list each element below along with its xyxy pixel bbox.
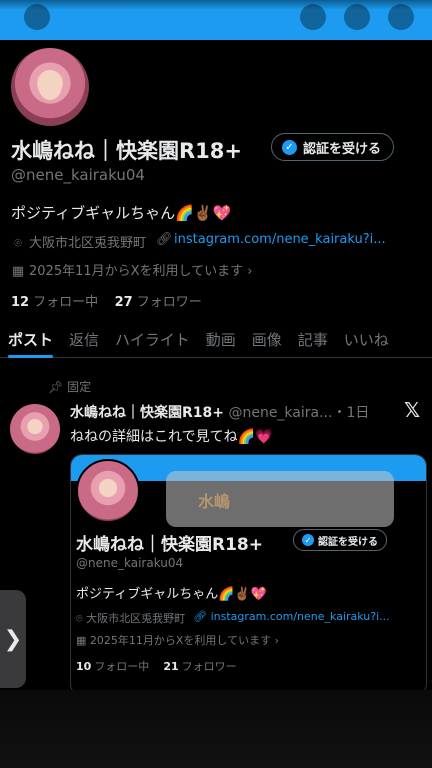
profile-handle: @nene_kairaku04 bbox=[11, 166, 145, 184]
profile-meta: ⌾ 大阪市北区兎我野町 🔗︎instagram.com/nene_kairaku?… bbox=[11, 232, 386, 251]
bottom-bar bbox=[0, 690, 432, 768]
embed-link-icon: 🔗︎ bbox=[193, 610, 211, 623]
side-panel-handle[interactable]: ❯ bbox=[0, 590, 26, 688]
embed-chevron-icon: › bbox=[271, 634, 279, 647]
share-button[interactable] bbox=[344, 4, 370, 30]
profile-banner bbox=[0, 0, 432, 40]
chevron-right-icon: ❯ bbox=[3, 626, 23, 652]
tab-posts[interactable]: ポスト bbox=[0, 325, 61, 358]
embed-location: ⌾ 大阪市北区兎我野町 bbox=[76, 612, 186, 625]
embed-location-icon: ⌾ bbox=[76, 612, 87, 625]
profile-bio: ポジティブギャルちゃん🌈✌🏾💖 bbox=[11, 204, 232, 222]
profile-avatar[interactable] bbox=[8, 45, 92, 129]
embed-verify-badge: ✓ 認証を受ける bbox=[293, 529, 387, 551]
profile-location: ⌾ 大阪市北区兎我野町 bbox=[11, 232, 146, 251]
tab-replies[interactable]: 返信 bbox=[61, 325, 107, 357]
chevron-right-icon: › bbox=[243, 264, 253, 279]
search-button[interactable] bbox=[300, 4, 326, 30]
verified-check-icon: ✓ bbox=[282, 139, 297, 155]
embed-handle: @nene_kairaku04 bbox=[76, 556, 184, 570]
embed-overlay-text: 水嶋 bbox=[198, 492, 231, 511]
tab-highlights[interactable]: ハイライト bbox=[107, 325, 198, 357]
back-button[interactable] bbox=[24, 4, 50, 30]
profile-joined[interactable]: ▦ 2025年11月からXを利用しています › bbox=[11, 260, 253, 279]
embed-link: 🔗︎ instagram.com/nene_kairaku?i... bbox=[193, 610, 390, 623]
pin-icon: 📌︎ bbox=[48, 380, 64, 394]
embed-calendar-icon: ▦ bbox=[76, 634, 90, 647]
profile-follow-counts: 12 フォロー中 27 フォロワー bbox=[11, 291, 202, 310]
location-pin-icon: ⌾ bbox=[14, 236, 22, 251]
post-author[interactable]: 水嶋ねね｜快楽園R18+ bbox=[70, 405, 224, 421]
following-link[interactable]: 12 フォロー中 bbox=[11, 295, 98, 310]
tab-photos[interactable]: 画像 bbox=[244, 325, 290, 357]
post-handle-time: @nene_kaira...・1日 bbox=[228, 405, 370, 421]
profile-tabs: ポスト 返信 ハイライト 動画 画像 記事 いいね bbox=[0, 325, 432, 358]
more-button[interactable] bbox=[388, 4, 414, 30]
profile-name: 水嶋ねね｜快楽園R18+ bbox=[11, 139, 242, 163]
link-icon: 🔗︎ bbox=[156, 232, 173, 247]
embed-follow-counts: 10 フォロー中 21 フォロワー bbox=[76, 660, 237, 673]
embed-name: 水嶋ねね｜快楽園R18+ bbox=[76, 535, 263, 555]
embed-joined: ▦ 2025年11月からXを利用しています › bbox=[76, 634, 279, 647]
post-avatar[interactable] bbox=[10, 404, 60, 454]
embed-bio: ポジティブギャルちゃん🌈✌🏾💖 bbox=[76, 587, 267, 602]
x-logo-icon: 𝕏 bbox=[404, 398, 421, 422]
tab-articles[interactable]: 記事 bbox=[290, 325, 336, 357]
embed-check-icon: ✓ bbox=[302, 534, 314, 546]
embed-avatar bbox=[76, 459, 140, 523]
tab-likes[interactable]: いいね bbox=[336, 325, 397, 357]
calendar-icon: ▦ bbox=[11, 264, 25, 279]
profile-link[interactable]: 🔗︎instagram.com/nene_kairaku?i... bbox=[156, 232, 386, 251]
get-verified-label: 認証を受ける bbox=[303, 141, 382, 157]
post-text: ねねの詳細はこれで見てね🌈💗 bbox=[70, 429, 273, 445]
embed-meta: ⌾ 大阪市北区兎我野町 🔗︎ instagram.com/nene_kairak… bbox=[76, 610, 390, 626]
pinned-label: 📌︎ 固定 bbox=[48, 380, 92, 394]
tab-videos[interactable]: 動画 bbox=[198, 325, 244, 357]
followers-link[interactable]: 27 フォロワー bbox=[115, 295, 202, 310]
post-header: 水嶋ねね｜快楽園R18+ @nene_kaira...・1日 bbox=[70, 402, 400, 422]
get-verified-button[interactable]: ✓ 認証を受ける bbox=[271, 133, 395, 161]
